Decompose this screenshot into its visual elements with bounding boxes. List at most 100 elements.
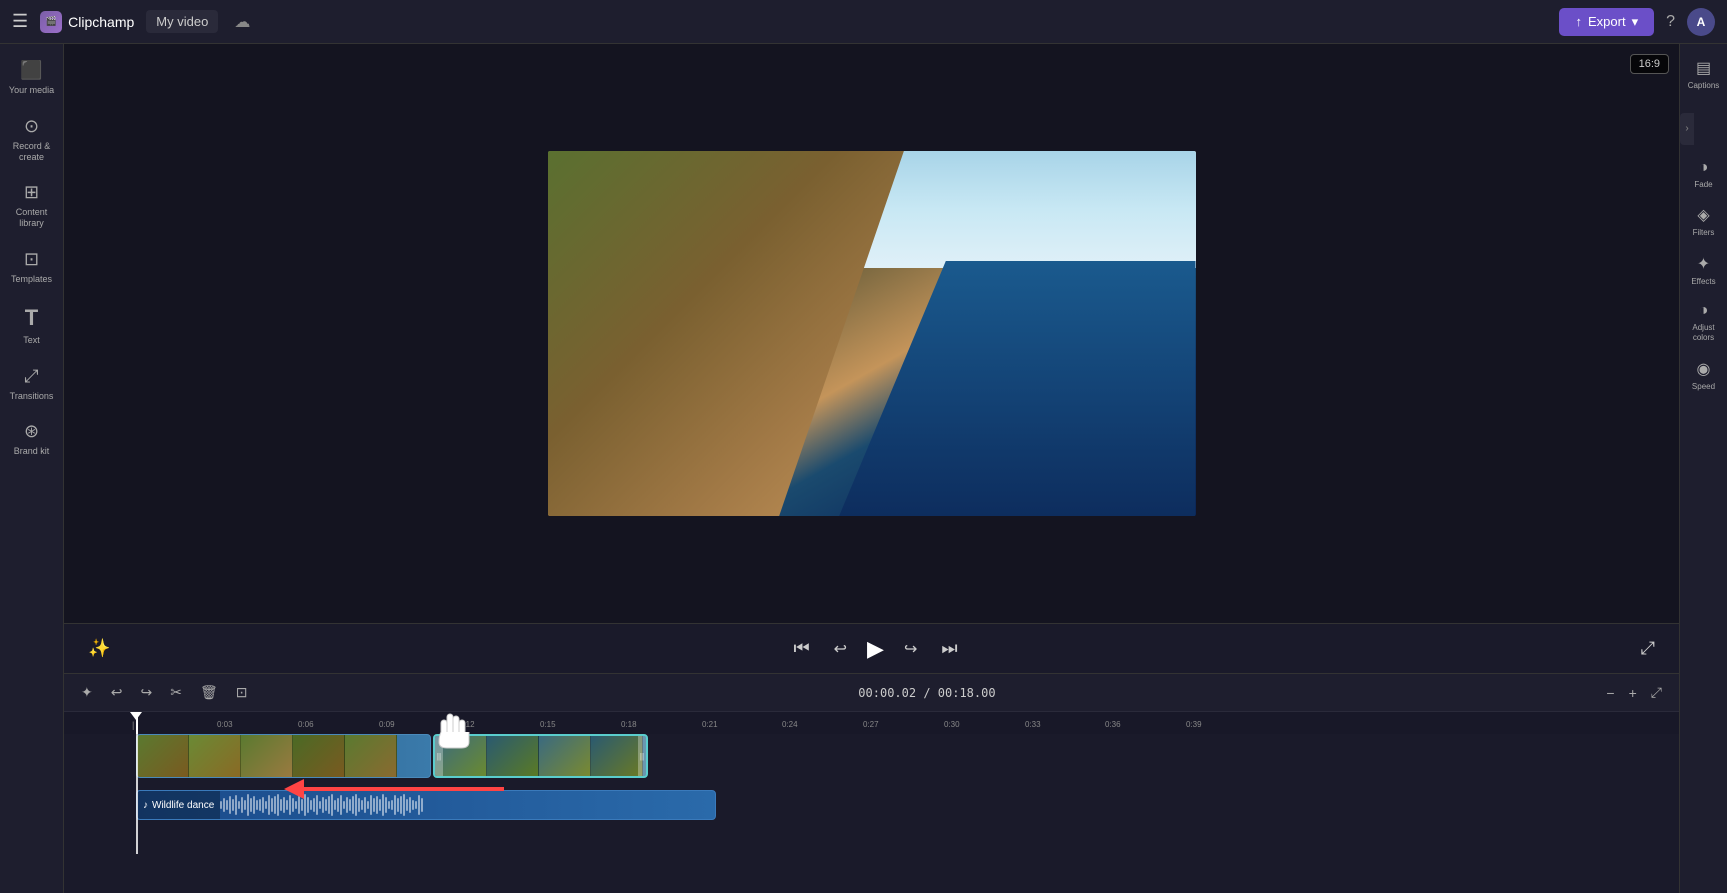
- delete-button[interactable]: 🗑: [195, 681, 223, 704]
- wbar: [319, 801, 321, 809]
- wbar: [268, 795, 270, 815]
- your-media-label: Your media: [9, 85, 54, 96]
- wbar: [304, 794, 306, 816]
- wbar: [274, 796, 276, 814]
- sidebar-collapse-tab[interactable]: ›: [1680, 113, 1694, 145]
- app-name: Clipchamp: [68, 14, 134, 30]
- wbar: [280, 799, 282, 811]
- video-title[interactable]: My video: [146, 10, 218, 33]
- aspect-ratio-badge[interactable]: 16:9: [1630, 54, 1669, 74]
- wbar: [235, 795, 237, 815]
- wbar: [220, 801, 222, 809]
- text-icon: T: [25, 305, 38, 331]
- wbar: [259, 799, 261, 811]
- zoom-in-button[interactable]: +: [1624, 681, 1642, 704]
- playback-center-controls: ⏮ ↩ ▶ ↪ ⏭: [789, 634, 961, 663]
- sidebar-item-fade[interactable]: ◑ Fade: [1682, 153, 1726, 196]
- clip-thumb: [487, 736, 539, 776]
- clip-trim-handle-right[interactable]: ||: [638, 736, 646, 776]
- menu-icon[interactable]: ☰: [12, 11, 28, 32]
- sidebar-item-text[interactable]: T Text: [2, 297, 62, 354]
- zoom-out-button[interactable]: −: [1601, 681, 1619, 704]
- wbar: [250, 798, 252, 812]
- skip-forward-button[interactable]: ⏭: [937, 634, 961, 663]
- cloud-save-icon: ☁: [234, 12, 250, 32]
- audio-track[interactable]: ♪ Wildlife dance: [136, 790, 716, 820]
- sidebar-item-templates[interactable]: ⊡ Templates: [2, 241, 62, 293]
- fullscreen-button[interactable]: ⤢: [1637, 634, 1659, 663]
- video-background: [548, 151, 1196, 516]
- wbar: [412, 800, 414, 810]
- wbar: [415, 801, 417, 809]
- sidebar-item-speed[interactable]: ◉ Speed: [1682, 353, 1726, 398]
- wbar: [223, 798, 225, 812]
- sidebar-item-captions[interactable]: ▤ Captions: [1682, 52, 1726, 97]
- wbar: [385, 797, 387, 813]
- adjust-colors-label: Adjustcolors: [1692, 323, 1714, 342]
- record-create-icon: ⊙: [24, 116, 39, 137]
- wbar: [271, 798, 273, 812]
- clip-segment-2[interactable]: || ||: [433, 734, 648, 778]
- wbar: [283, 797, 285, 813]
- wbar: [403, 794, 405, 816]
- wbar: [409, 797, 411, 813]
- wbar: [241, 797, 243, 813]
- redo-button[interactable]: ↪: [135, 681, 157, 704]
- wbar: [334, 800, 336, 810]
- wbar: [349, 799, 351, 811]
- wbar: [307, 797, 309, 813]
- sidebar-item-effects[interactable]: ✦ Effects: [1682, 248, 1726, 293]
- tracks-container: || ||: [64, 734, 1679, 854]
- wbar: [418, 795, 420, 815]
- forward-5s-button[interactable]: ↪: [900, 634, 921, 663]
- fullscreen-icon: ⤢: [1641, 638, 1655, 658]
- audio-waveform: [220, 791, 715, 819]
- sidebar-item-your-media[interactable]: ⬛ Your media: [2, 52, 62, 104]
- avatar[interactable]: A: [1687, 8, 1715, 36]
- current-time: 00:00.02: [858, 686, 916, 700]
- cut-button[interactable]: ✂: [165, 681, 187, 704]
- wbar: [340, 795, 342, 815]
- transitions-label: Transitions: [10, 391, 54, 402]
- help-icon[interactable]: ?: [1666, 13, 1675, 31]
- record-create-label: Record &create: [13, 141, 51, 163]
- wbar: [352, 796, 354, 814]
- wbar: [229, 796, 231, 814]
- wbar: [322, 797, 324, 813]
- ai-tools-button[interactable]: ✦: [76, 681, 98, 704]
- speed-label: Speed: [1692, 382, 1715, 392]
- topbar-right: ↑ Export ▾ ? A: [1559, 8, 1715, 36]
- sidebar-item-transitions[interactable]: ⤢ Transitions: [2, 358, 62, 410]
- main-area: ⬛ Your media ⊙ Record &create ⊞ Contentl…: [0, 44, 1727, 893]
- undo-button[interactable]: ↩: [106, 681, 128, 704]
- wbar: [238, 801, 240, 809]
- export-chevron-icon: ▾: [1632, 14, 1639, 30]
- play-button[interactable]: ▶: [867, 636, 884, 662]
- clip-trim-handle-left[interactable]: ||: [435, 736, 443, 776]
- wbar: [373, 798, 375, 812]
- save-frame-button[interactable]: ⊡: [231, 681, 253, 704]
- playback-right-controls: ⤢: [1637, 634, 1659, 663]
- sidebar-item-brand-kit[interactable]: ⊛ Brand kit: [2, 413, 62, 465]
- effects-label: Effects: [1691, 277, 1715, 287]
- brand-kit-icon: ⊛: [24, 421, 39, 442]
- export-button[interactable]: ↑ Export ▾: [1559, 8, 1654, 36]
- sidebar-item-record-create[interactable]: ⊙ Record &create: [2, 108, 62, 171]
- magic-edit-button[interactable]: ✨: [84, 634, 114, 663]
- wbar: [265, 801, 267, 809]
- wbar: [421, 798, 423, 812]
- video-ocean: [839, 261, 1195, 517]
- wbar: [406, 799, 408, 811]
- rewind-5s-button[interactable]: ↩: [830, 634, 851, 663]
- sidebar-item-filters[interactable]: ◈ Filters: [1682, 199, 1726, 244]
- fit-timeline-button[interactable]: ⤢: [1646, 681, 1667, 704]
- content-library-label: Contentlibrary: [16, 207, 48, 229]
- sidebar-item-content-library[interactable]: ⊞ Contentlibrary: [2, 174, 62, 237]
- sidebar-item-adjust-colors[interactable]: ◑ Adjustcolors: [1682, 296, 1726, 348]
- skip-back-icon: ⏮: [793, 638, 809, 658]
- adjust-colors-icon: ◑: [1699, 302, 1709, 320]
- skip-back-button[interactable]: ⏮: [789, 634, 813, 663]
- collapse-chevron-icon: ›: [1685, 123, 1688, 134]
- clip-segment-1[interactable]: [136, 734, 431, 778]
- wbar: [382, 794, 384, 816]
